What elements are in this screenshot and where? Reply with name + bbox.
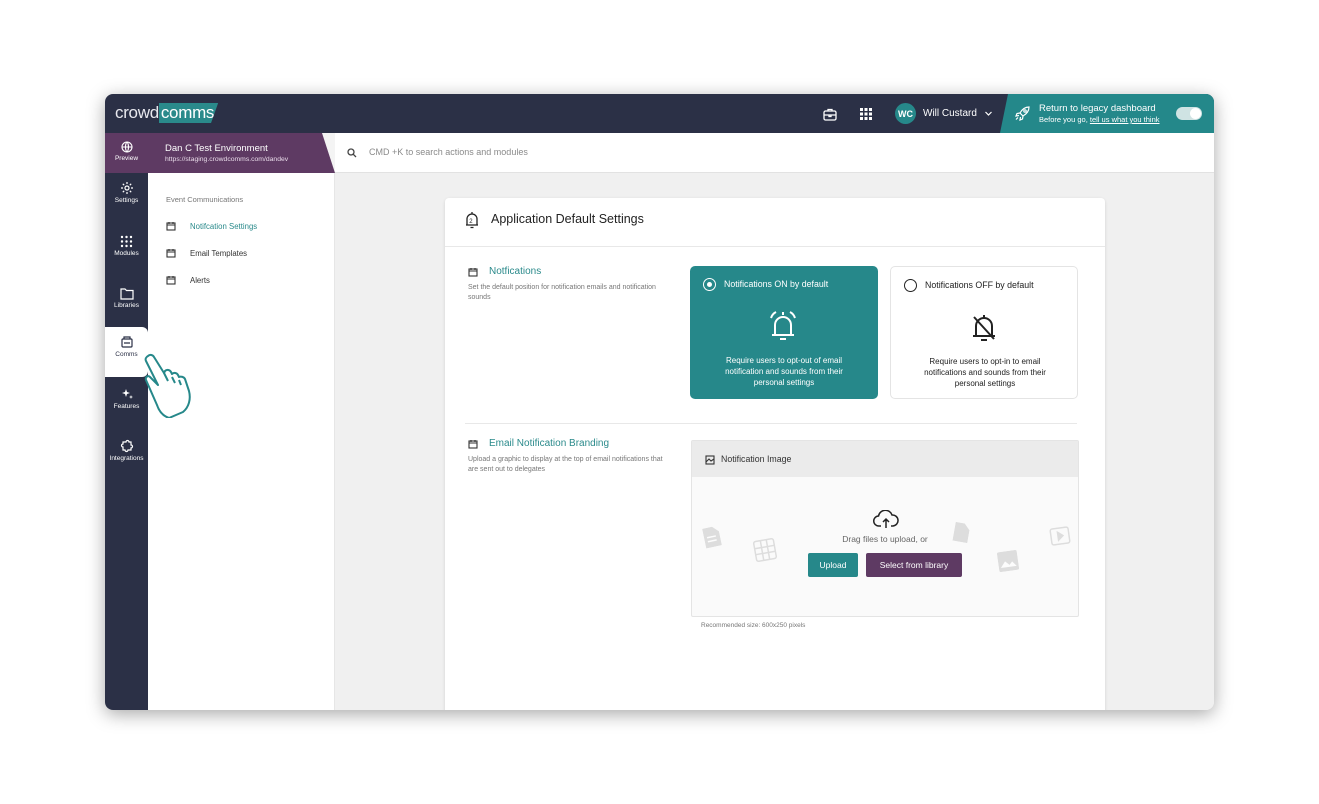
nav-item-settings[interactable]: Settings — [105, 173, 148, 221]
folder-icon — [119, 288, 134, 300]
environment-url: https://staging.crowdcomms.com/dandev — [165, 156, 289, 163]
upload-header-title: Notification Image — [721, 454, 792, 464]
user-menu[interactable]: WC Will Custard — [895, 103, 993, 124]
upload-header: Notification Image — [692, 441, 1078, 477]
gear-icon — [120, 182, 133, 194]
calendar-icon — [166, 222, 176, 231]
legacy-toggle[interactable] — [1176, 107, 1202, 120]
image-upload-zone[interactable]: Notification Image Drag files to upload,… — [691, 440, 1079, 617]
section-divider — [465, 423, 1077, 424]
settings-card: 2 Application Default Settings Notficati… — [445, 198, 1105, 710]
notifications-section-desc: Set the default position for notificatio… — [468, 284, 656, 301]
calendar-icon — [468, 268, 478, 277]
pointer-hand-icon — [144, 353, 191, 418]
legacy-dashboard-banner: Return to legacy dashboard Before you go… — [1000, 94, 1214, 133]
subnav-item-notification-settings[interactable]: Notifcation Settings — [166, 219, 257, 233]
grid-apps-icon[interactable] — [858, 106, 874, 122]
page-title: Application Default Settings — [491, 212, 644, 226]
nav-label: Libraries — [114, 302, 139, 309]
notifications-off-option[interactable]: Notifications OFF by default Require use… — [890, 266, 1078, 399]
subnav-section-title: Event Communications — [166, 195, 244, 204]
preview-button[interactable]: Preview — [105, 133, 148, 173]
select-from-library-button[interactable]: Select from library — [866, 553, 962, 577]
briefcase-icon[interactable] — [822, 106, 838, 122]
search-icon — [347, 148, 357, 158]
option-label: Notifications ON by default — [724, 279, 829, 289]
svg-text:2: 2 — [469, 219, 473, 225]
divider — [445, 246, 1105, 247]
nav-item-integrations[interactable]: Integrations — [105, 431, 148, 479]
image-icon — [705, 455, 715, 465]
nav-label: Modules — [114, 250, 139, 257]
branding-section-title: Email Notification Branding — [489, 438, 610, 449]
sparkle-icon — [121, 389, 133, 399]
environment-title: Dan C Test Environment — [165, 143, 268, 154]
option-label: Notifications OFF by default — [925, 280, 1034, 290]
subnav-item-alerts[interactable]: Alerts — [166, 273, 210, 287]
option-description: Require users to opt-in to email notific… — [924, 357, 1046, 388]
nav-item-modules[interactable]: Modules — [105, 227, 148, 275]
comms-icon — [120, 336, 133, 348]
modules-grid-icon — [120, 235, 133, 248]
notifications-section-title: Notfications — [489, 266, 542, 277]
subnav-label: Alerts — [190, 275, 210, 285]
calendar-icon — [166, 276, 176, 285]
globe-icon — [120, 141, 133, 153]
cloud-upload-icon — [873, 510, 899, 528]
subnav-label: Email Templates — [190, 248, 248, 258]
rocket-icon — [1015, 106, 1030, 121]
chevron-down-icon — [984, 111, 992, 116]
nav-label: Integrations — [109, 455, 144, 462]
top-bar: crowd comms WC Will Custard Return to leg… — [105, 94, 1214, 133]
calendar-icon — [468, 440, 478, 449]
subnav-label: Notifcation Settings — [190, 221, 258, 231]
photo-icon — [996, 549, 1020, 573]
upload-button[interactable]: Upload — [808, 553, 858, 577]
drag-drop-text: Drag files to upload, or — [842, 534, 928, 544]
calendar-icon — [166, 249, 176, 258]
preview-label: Preview — [114, 155, 139, 162]
radio-selected[interactable] — [703, 278, 716, 291]
bell-ringing-icon — [770, 311, 796, 340]
nav-item-libraries[interactable]: Libraries — [105, 279, 148, 327]
puzzle-icon — [120, 439, 133, 453]
side-nav: Settings Modules Libraries Comms Feature… — [105, 173, 148, 710]
avatar: WC — [895, 103, 916, 124]
subnav-item-email-templates[interactable]: Email Templates — [166, 246, 247, 260]
command-search[interactable]: CMD +K to search actions and modules — [335, 133, 1214, 173]
notifications-on-option[interactable]: Notifications ON by default Require user… — [690, 266, 878, 399]
legacy-subtitle: Before you go, tell us what you think — [1039, 115, 1160, 124]
radio-unselected[interactable] — [904, 279, 917, 292]
app-window: crowd comms WC Will Custard Return to leg… — [105, 94, 1214, 710]
sub-nav: Event Communications Notifcation Setting… — [148, 173, 335, 710]
main-content: 2 Application Default Settings Notficati… — [335, 173, 1214, 710]
feedback-link[interactable]: tell us what you think — [1090, 115, 1160, 124]
bell-off-icon — [973, 315, 995, 341]
legacy-title: Return to legacy dashboard — [1039, 103, 1156, 114]
option-description: Require users to opt-out of email notifi… — [725, 356, 843, 387]
user-name: Will Custard — [923, 108, 977, 119]
crowdcomms-logo[interactable]: crowd comms — [115, 103, 219, 123]
nav-label: Settings — [114, 197, 139, 204]
search-input[interactable]: CMD +K to search actions and modules — [369, 147, 528, 157]
recommended-size-text: Recommended size: 600x250 pixels — [701, 622, 806, 629]
branding-section-desc: Upload a graphic to display at the top o… — [468, 456, 663, 473]
notification-bell-icon: 2 — [466, 212, 478, 229]
